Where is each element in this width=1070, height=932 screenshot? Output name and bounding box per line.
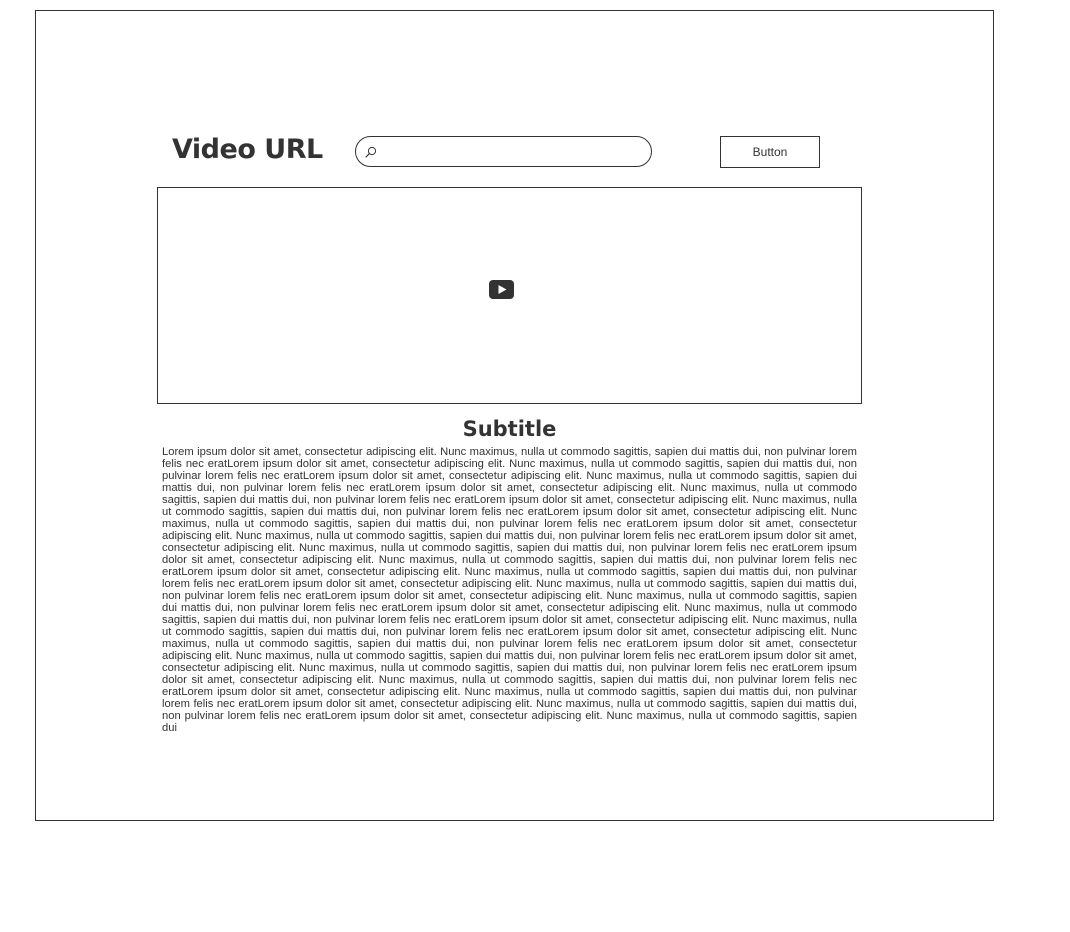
subtitle: Subtitle bbox=[462, 417, 557, 441]
search-bar[interactable] bbox=[355, 136, 652, 167]
body-text: Lorem ipsum dolor sit amet, consectetur … bbox=[162, 446, 857, 734]
search-input[interactable] bbox=[382, 140, 642, 163]
search-icon bbox=[365, 146, 377, 158]
play-icon[interactable] bbox=[489, 280, 514, 299]
page-title: Video URL bbox=[172, 134, 323, 165]
action-button[interactable]: Button bbox=[720, 136, 820, 168]
video-player[interactable] bbox=[157, 187, 862, 404]
